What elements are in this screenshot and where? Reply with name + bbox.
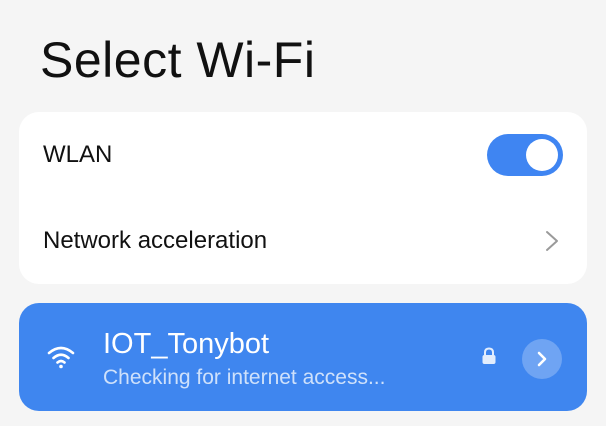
wlan-toggle[interactable]	[487, 134, 563, 176]
chevron-right-icon	[546, 231, 558, 251]
wlan-label: WLAN	[43, 141, 113, 168]
toggle-knob	[526, 139, 558, 171]
wlan-row[interactable]: WLAN	[19, 112, 587, 198]
wifi-icon	[47, 346, 75, 369]
network-name: IOT_Tonybot	[103, 328, 270, 360]
lock-icon	[482, 347, 496, 364]
network-status: Checking for internet access...	[103, 366, 386, 389]
network-acceleration-row[interactable]: Network acceleration	[19, 198, 587, 284]
chevron-right-icon	[537, 351, 547, 367]
page-title: Select Wi-Fi	[40, 32, 316, 88]
network-detail-button[interactable]	[522, 339, 562, 379]
settings-card: WLAN Network acceleration	[19, 112, 587, 284]
network-acceleration-label: Network acceleration	[43, 227, 268, 254]
connected-network-item[interactable]: IOT_Tonybot Checking for internet access…	[19, 303, 587, 411]
